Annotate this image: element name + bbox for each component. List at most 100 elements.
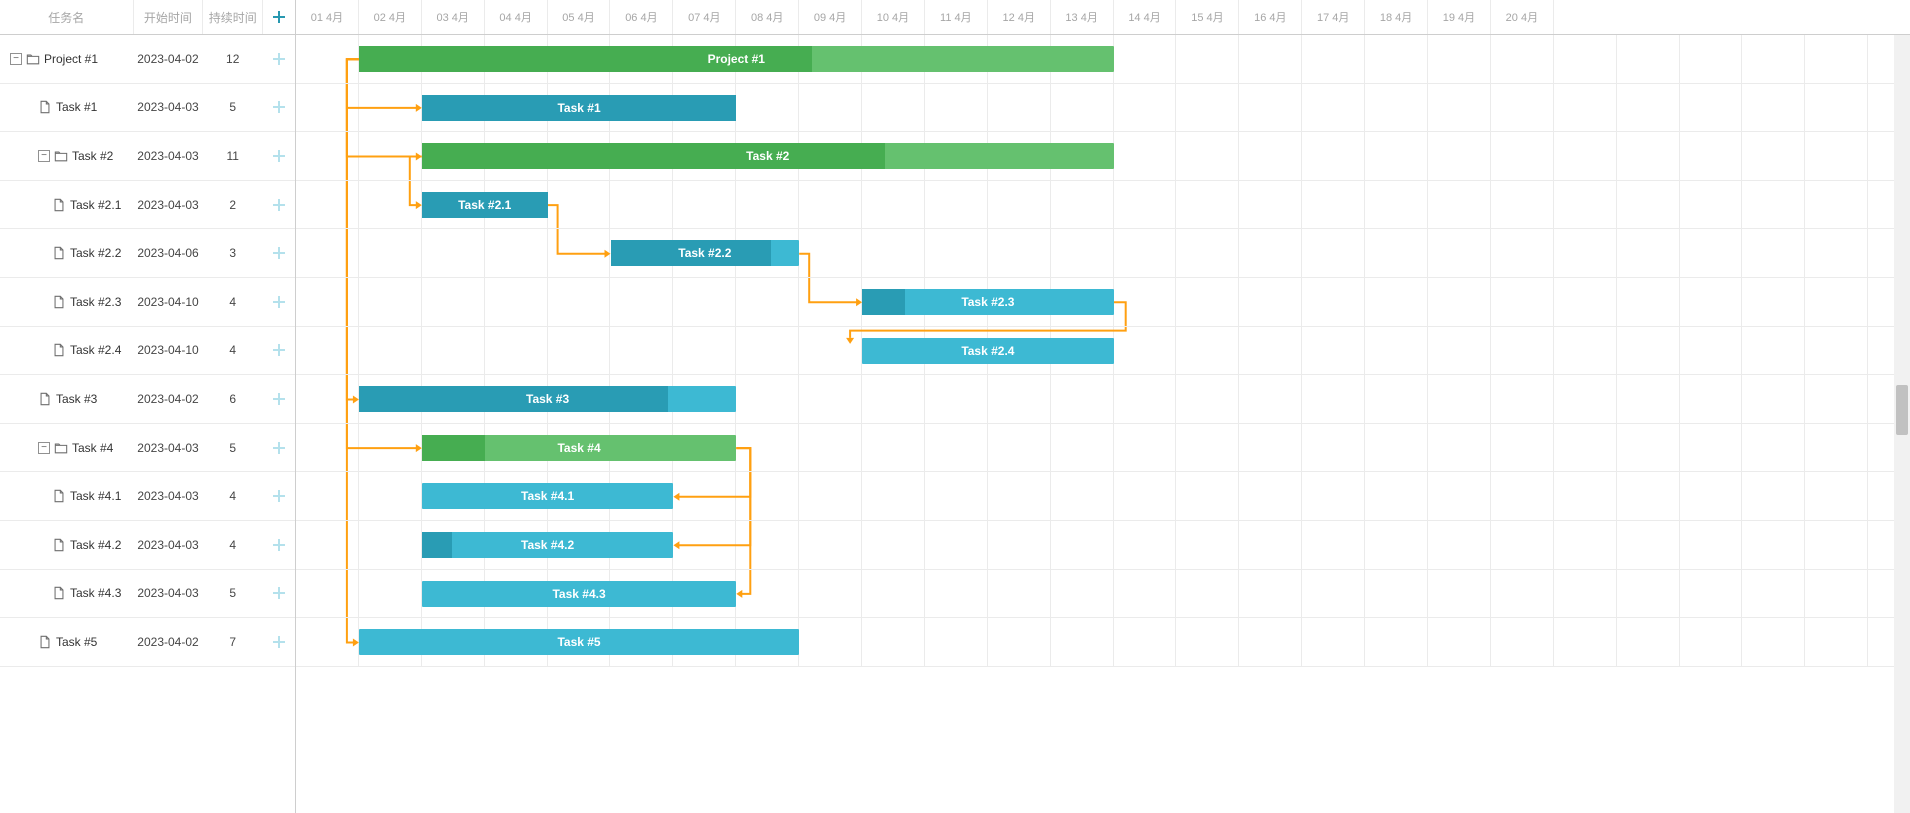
timeline-day-header[interactable]: 01 4月 xyxy=(296,0,359,34)
task-row[interactable]: Task #2.42023-04-104 xyxy=(0,327,295,376)
task-bar[interactable]: Task #4.3 xyxy=(422,581,737,607)
task-name-label: Task #4.3 xyxy=(70,586,121,600)
add-subtask-button[interactable] xyxy=(263,278,295,326)
add-subtask-button[interactable] xyxy=(263,521,295,569)
task-bar[interactable]: Task #1 xyxy=(422,95,737,121)
file-icon xyxy=(38,635,52,649)
plus-icon xyxy=(271,391,287,407)
bar-label: Task #4 xyxy=(557,441,600,455)
file-icon xyxy=(52,343,66,357)
task-name-label: Task #2.4 xyxy=(70,343,121,357)
timeline-day-header[interactable]: 16 4月 xyxy=(1239,0,1302,34)
timeline-row: Task #4 xyxy=(296,424,1910,473)
scrollbar-thumb[interactable] xyxy=(1896,385,1908,435)
bar-label: Task #2 xyxy=(746,149,789,163)
plus-icon xyxy=(271,51,287,67)
timeline-day-header[interactable]: 02 4月 xyxy=(359,0,422,34)
add-subtask-button[interactable] xyxy=(263,35,295,83)
timeline-day-header[interactable]: 18 4月 xyxy=(1365,0,1428,34)
add-subtask-button[interactable] xyxy=(263,181,295,229)
timeline-day-header[interactable]: 08 4月 xyxy=(736,0,799,34)
task-name-label: Task #2.2 xyxy=(70,246,121,260)
timeline-row: Task #2.3 xyxy=(296,278,1910,327)
plus-icon xyxy=(271,9,287,25)
project-bar[interactable]: Task #4 xyxy=(422,435,737,461)
add-subtask-button[interactable] xyxy=(263,84,295,132)
collapse-toggle[interactable]: − xyxy=(38,442,50,454)
project-bar[interactable]: Task #2 xyxy=(422,143,1114,169)
task-row[interactable]: Task #2.12023-04-032 xyxy=(0,181,295,230)
timeline-day-header[interactable]: 19 4月 xyxy=(1428,0,1491,34)
task-row[interactable]: Task #4.12023-04-034 xyxy=(0,472,295,521)
task-row[interactable]: Task #32023-04-026 xyxy=(0,375,295,424)
column-header-name[interactable]: 任务名 xyxy=(0,0,134,34)
add-subtask-button[interactable] xyxy=(263,327,295,375)
bar-label: Task #2.2 xyxy=(678,246,731,260)
task-start-cell: 2023-04-06 xyxy=(134,229,204,277)
task-row[interactable]: Task #2.2 2023-04-063 xyxy=(0,229,295,278)
column-header-start[interactable]: 开始时间 xyxy=(134,0,204,34)
task-row[interactable]: Task #52023-04-027 xyxy=(0,618,295,667)
task-row[interactable]: Task #4.32023-04-035 xyxy=(0,570,295,619)
column-header-add[interactable] xyxy=(263,0,295,34)
timeline-day-header[interactable]: 12 4月 xyxy=(988,0,1051,34)
file-icon xyxy=(52,489,66,503)
vertical-scrollbar[interactable] xyxy=(1894,35,1910,813)
task-start-cell: 2023-04-03 xyxy=(134,132,204,180)
timeline-day-header[interactable]: 05 4月 xyxy=(548,0,611,34)
task-duration-cell: 3 xyxy=(203,229,263,277)
column-header-duration[interactable]: 持续时间 xyxy=(203,0,263,34)
add-subtask-button[interactable] xyxy=(263,132,295,180)
timeline: 01 4月02 4月03 4月04 4月05 4月06 4月07 4月08 4月… xyxy=(296,0,1910,813)
timeline-day-header[interactable]: 10 4月 xyxy=(862,0,925,34)
timeline-day-header[interactable]: 06 4月 xyxy=(610,0,673,34)
bar-label: Task #2.3 xyxy=(961,295,1014,309)
timeline-day-header[interactable]: 03 4月 xyxy=(422,0,485,34)
task-bar[interactable]: Task #4.1 xyxy=(422,483,674,509)
task-bar[interactable]: Task #2.3 xyxy=(862,289,1114,315)
timeline-day-header[interactable]: 09 4月 xyxy=(799,0,862,34)
timeline-day-header[interactable]: 20 4月 xyxy=(1491,0,1554,34)
task-name-label: Task #2 xyxy=(72,149,113,163)
task-bar[interactable]: Task #2.2 xyxy=(611,240,800,266)
task-start-cell: 2023-04-03 xyxy=(134,181,204,229)
timeline-day-header[interactable]: 17 4月 xyxy=(1302,0,1365,34)
task-row[interactable]: Task #12023-04-035 xyxy=(0,84,295,133)
plus-icon xyxy=(271,99,287,115)
timeline-day-header[interactable]: 14 4月 xyxy=(1114,0,1177,34)
add-subtask-button[interactable] xyxy=(263,424,295,472)
task-name-label: Task #2.1 xyxy=(70,198,121,212)
collapse-toggle[interactable]: − xyxy=(38,150,50,162)
task-row[interactable]: Task #4.22023-04-034 xyxy=(0,521,295,570)
plus-icon xyxy=(271,634,287,650)
bar-label: Task #1 xyxy=(557,101,600,115)
timeline-day-header[interactable]: 04 4月 xyxy=(485,0,548,34)
collapse-toggle[interactable]: − xyxy=(10,53,22,65)
plus-icon xyxy=(271,197,287,213)
task-name-label: Task #4.2 xyxy=(70,538,121,552)
project-bar[interactable]: Project #1 xyxy=(359,46,1114,72)
task-row[interactable]: −Project #12023-04-0212 xyxy=(0,35,295,84)
add-subtask-button[interactable] xyxy=(263,618,295,666)
task-bar[interactable]: Task #2.1 xyxy=(422,192,548,218)
task-row[interactable]: Task #2.32023-04-104 xyxy=(0,278,295,327)
add-subtask-button[interactable] xyxy=(263,375,295,423)
timeline-day-header[interactable]: 11 4月 xyxy=(925,0,988,34)
task-bar[interactable]: Task #3 xyxy=(359,386,736,412)
folder-open-icon xyxy=(26,52,40,66)
add-subtask-button[interactable] xyxy=(263,229,295,277)
file-icon xyxy=(38,392,52,406)
plus-icon xyxy=(271,440,287,456)
timeline-day-header[interactable]: 07 4月 xyxy=(673,0,736,34)
task-row[interactable]: −Task #22023-04-0311 xyxy=(0,132,295,181)
task-row[interactable]: −Task #42023-04-035 xyxy=(0,424,295,473)
timeline-day-header[interactable]: 13 4月 xyxy=(1051,0,1114,34)
plus-icon xyxy=(271,342,287,358)
add-subtask-button[interactable] xyxy=(263,472,295,520)
task-bar[interactable]: Task #4.2 xyxy=(422,532,674,558)
timeline-day-header[interactable]: 15 4月 xyxy=(1176,0,1239,34)
task-duration-cell: 12 xyxy=(203,35,263,83)
task-bar[interactable]: Task #2.4 xyxy=(862,338,1114,364)
task-bar[interactable]: Task #5 xyxy=(359,629,799,655)
add-subtask-button[interactable] xyxy=(263,570,295,618)
